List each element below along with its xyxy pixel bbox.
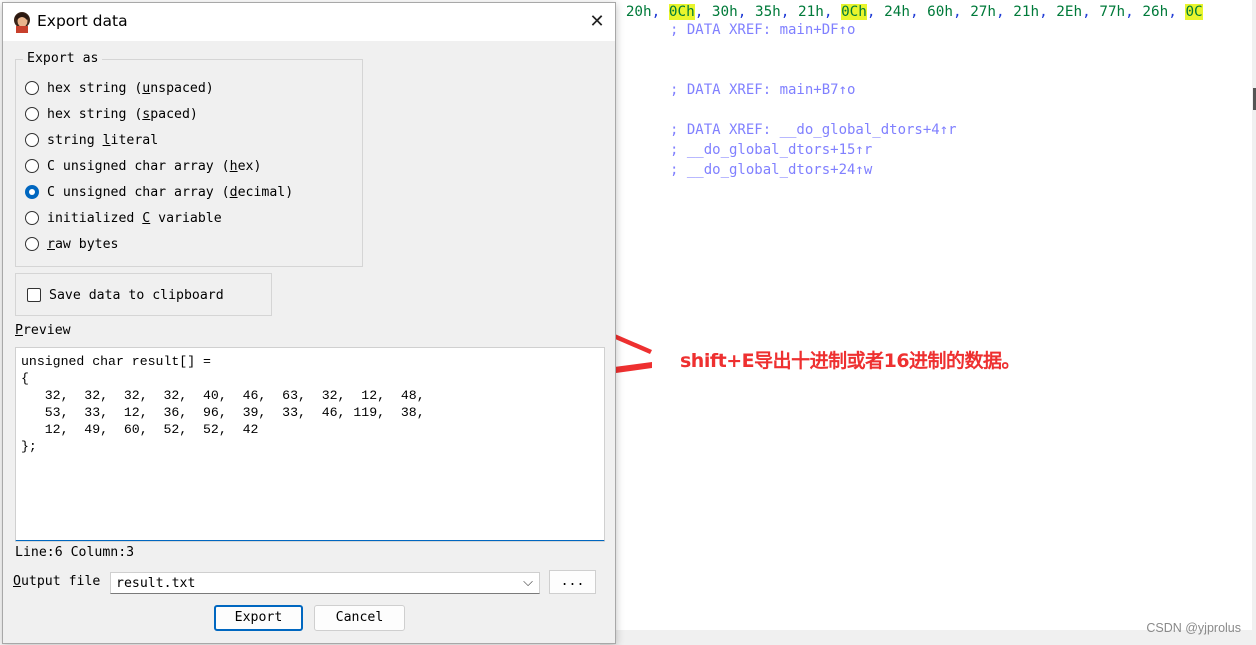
export-option-label: initialized C variable xyxy=(47,211,222,226)
export-option-2[interactable]: string literal xyxy=(25,129,158,151)
radio-unselected[interactable] xyxy=(25,237,39,251)
output-label-rest: utput file xyxy=(20,574,101,589)
radio-unselected[interactable] xyxy=(25,159,39,173)
hex-byte: 27h xyxy=(970,4,997,20)
chevron-down-icon[interactable]: ⌵ xyxy=(523,574,533,590)
option-text-pre: hex string ( xyxy=(47,80,143,96)
hex-byte: 20h xyxy=(625,4,652,20)
annotation-text: shift+E导出十进制或者16进制的数据。 xyxy=(680,350,1021,372)
option-text-post: variable xyxy=(150,210,222,226)
radio-unselected[interactable] xyxy=(25,133,39,147)
option-accelerator: l xyxy=(102,132,111,148)
export-data-dialog: Export data ✕ Export as hex string (unsp… xyxy=(2,2,616,644)
export-option-3[interactable]: C unsigned char array (hex) xyxy=(25,155,261,177)
hex-byte: 21h xyxy=(1013,4,1040,20)
option-text-pre: hex string ( xyxy=(47,106,143,122)
hex-separator: , xyxy=(823,4,842,20)
export-option-1[interactable]: hex string (spaced) xyxy=(25,103,198,125)
hex-separator: , xyxy=(737,4,755,20)
output-label-accel: O xyxy=(13,574,21,589)
option-accelerator: r xyxy=(47,236,55,252)
hex-separator: , xyxy=(1039,4,1057,20)
option-text-post: iteral xyxy=(110,132,159,148)
dialog-titlebar[interactable]: Export data ✕ xyxy=(3,3,615,41)
option-text-post: paced) xyxy=(150,106,198,122)
checkbox-box[interactable] xyxy=(27,288,41,302)
output-file-combobox[interactable]: result.txt ⌵ xyxy=(110,572,540,594)
hex-separator: , xyxy=(1125,4,1143,20)
export-button[interactable]: Export xyxy=(214,605,303,631)
hex-byte: 26h xyxy=(1142,4,1169,20)
save-clipboard-checkbox[interactable]: Save data to clipboard xyxy=(27,285,224,305)
hex-separator: , xyxy=(780,4,799,20)
xref-line: ; DATA XREF: main+DF↑o xyxy=(670,22,856,38)
hex-byte: 0Ch xyxy=(841,4,867,20)
export-as-label: Export as xyxy=(23,51,103,66)
hex-data-line: h, 20h, 0Ch, 30h, 35h, 21h, 0Ch, 24h, 60… xyxy=(600,2,1203,22)
option-accelerator: d xyxy=(229,184,238,200)
option-text-post: ex) xyxy=(237,158,262,174)
close-icon[interactable]: ✕ xyxy=(579,3,615,41)
option-text-pre: C unsigned char array ( xyxy=(47,158,230,174)
hex-byte: 0Ch xyxy=(668,4,695,20)
export-option-label: string literal xyxy=(47,133,158,148)
option-text-pre: string xyxy=(47,132,103,148)
hex-separator: , xyxy=(1082,4,1100,20)
output-file-value: result.txt xyxy=(116,576,196,591)
export-option-0[interactable]: hex string (unspaced) xyxy=(25,77,214,99)
export-option-5[interactable]: initialized C variable xyxy=(25,207,222,229)
preview-text: unsigned char result[] = { 32, 32, 32, 3… xyxy=(21,354,425,454)
xref-line: ; __do_global_dtors+15↑r xyxy=(670,142,873,158)
export-option-label: hex string (spaced) xyxy=(47,107,198,122)
hex-byte: 24h xyxy=(884,4,910,20)
export-option-label: C unsigned char array (hex) xyxy=(47,159,261,174)
preview-label-rest: review xyxy=(22,323,71,338)
hex-separator: , xyxy=(996,4,1014,20)
export-option-6[interactable]: raw bytes xyxy=(25,233,118,255)
preview-textarea[interactable]: unsigned char result[] = { 32, 32, 32, 3… xyxy=(15,347,605,542)
cancel-button[interactable]: Cancel xyxy=(314,605,405,631)
xref-line: ; DATA XREF: __do_global_dtors+4↑r xyxy=(670,122,957,138)
hex-byte: 30h xyxy=(711,4,738,20)
export-option-4[interactable]: C unsigned char array (decimal) xyxy=(25,181,293,203)
save-clipboard-label: Save data to clipboard xyxy=(49,287,224,303)
hex-byte: 35h xyxy=(754,4,781,20)
xref-line: ; __do_global_dtors+24↑w xyxy=(670,162,873,178)
radio-selected[interactable] xyxy=(25,185,39,199)
radio-unselected[interactable] xyxy=(25,81,39,95)
dialog-title: Export data xyxy=(37,12,128,30)
hex-separator: , xyxy=(1168,4,1186,20)
option-text-pre: C unsigned char array ( xyxy=(47,184,230,200)
hex-byte: 2Eh xyxy=(1056,4,1083,20)
hex-separator: , xyxy=(866,4,885,20)
browse-button[interactable]: ... xyxy=(549,570,596,594)
hex-byte: 21h xyxy=(798,4,824,20)
hex-separator: , xyxy=(909,4,928,20)
hex-separator: , xyxy=(952,4,971,20)
xref-line: ; DATA XREF: main+B7↑o xyxy=(670,82,856,98)
option-text-post: ecimal) xyxy=(237,184,294,200)
hex-byte: 77h xyxy=(1099,4,1126,20)
option-text-post: nspaced) xyxy=(150,80,214,96)
option-accelerator: h xyxy=(229,158,238,174)
watermark: CSDN @yjprolus xyxy=(1146,621,1241,635)
option-text-post: aw bytes xyxy=(54,236,119,252)
hex-separator: , xyxy=(651,4,669,20)
export-option-label: raw bytes xyxy=(47,237,118,252)
option-text-pre: initialized xyxy=(47,210,143,226)
radio-unselected[interactable] xyxy=(25,211,39,225)
hex-byte: 0C xyxy=(1185,4,1203,20)
preview-label-accel: P xyxy=(15,323,23,338)
radio-unselected[interactable] xyxy=(25,107,39,121)
output-file-label: Output file xyxy=(13,574,100,589)
export-option-label: C unsigned char array (decimal) xyxy=(47,185,293,200)
hex-separator: , xyxy=(694,4,712,20)
export-option-label: hex string (unspaced) xyxy=(47,81,214,96)
ida-app-icon xyxy=(14,12,30,33)
cursor-position-status: Line:6 Column:3 xyxy=(15,545,135,560)
preview-label: Preview xyxy=(15,323,71,338)
hex-byte: 60h xyxy=(927,4,953,20)
